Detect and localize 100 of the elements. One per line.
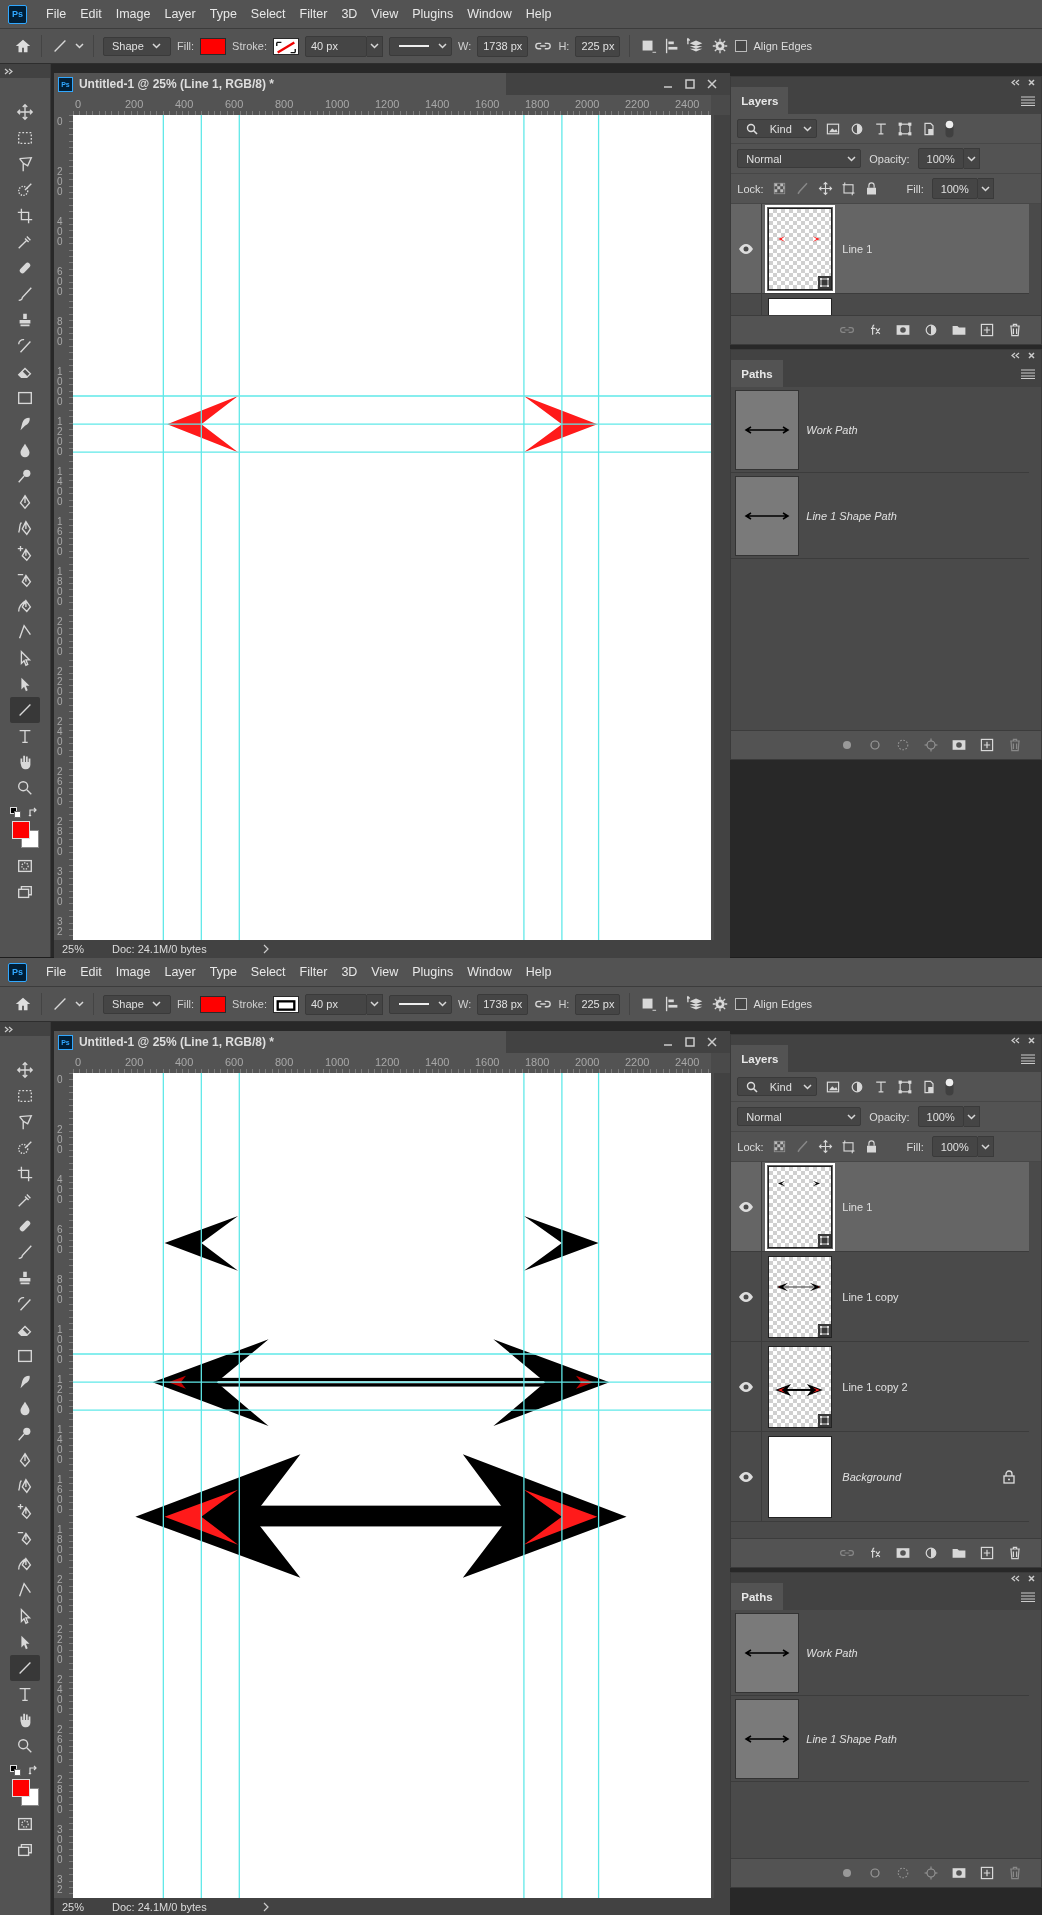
menu-item[interactable]: Edit (73, 965, 109, 979)
menu-item[interactable]: Window (460, 965, 519, 979)
close-icon[interactable] (1028, 1574, 1035, 1582)
add-mask-icon[interactable] (951, 737, 967, 753)
gradient-tool-icon[interactable] (15, 389, 34, 407)
fill-field[interactable]: 100% (931, 178, 978, 199)
caret-icon[interactable] (369, 1001, 379, 1007)
add-anchor-icon[interactable] (15, 1503, 34, 1521)
caret-icon[interactable] (369, 43, 379, 49)
delete-anchor-icon[interactable] (15, 1529, 34, 1547)
menu-item[interactable]: Edit (73, 7, 109, 21)
dropdown-button[interactable] (366, 993, 383, 1015)
filter-dropdown[interactable]: Kind (737, 119, 818, 138)
width-field[interactable]: 1738 px (477, 993, 529, 1015)
expand-icon[interactable] (4, 67, 13, 75)
filter-dropdown[interactable]: Kind (737, 1077, 818, 1096)
curvature-pen-icon[interactable] (15, 1555, 34, 1573)
lock-pixels-icon[interactable] (771, 1139, 787, 1154)
gradient-tool-icon[interactable] (15, 1347, 34, 1365)
lock-position-icon[interactable] (817, 181, 833, 196)
scrollbar[interactable] (713, 115, 730, 940)
trash-icon[interactable] (1007, 322, 1023, 338)
menu-item[interactable]: File (39, 7, 74, 21)
collapse-icon[interactable] (1011, 1574, 1020, 1582)
menu-item[interactable]: Type (202, 7, 244, 21)
quick-mask-icon[interactable] (15, 1815, 34, 1833)
quick-selection-icon[interactable] (15, 181, 34, 199)
blend-mode-dropdown[interactable]: Normal (737, 149, 862, 168)
caret-icon[interactable] (151, 43, 161, 49)
menu-item[interactable]: Select (243, 965, 293, 979)
new-layer-icon[interactable] (979, 1545, 995, 1561)
lock-artboard-icon[interactable] (840, 1139, 856, 1154)
delete-anchor-icon[interactable] (15, 571, 34, 589)
opacity-field[interactable]: 100% (917, 148, 964, 169)
caret-icon[interactable] (847, 1113, 857, 1120)
adjustment-layer-icon[interactable] (923, 322, 939, 338)
preset-caret-icon[interactable] (75, 1001, 84, 1007)
caret-icon[interactable] (980, 185, 990, 192)
height-field[interactable]: 225 px (575, 993, 621, 1015)
caret-icon[interactable] (803, 125, 813, 132)
lock-pixels-icon[interactable] (771, 181, 787, 196)
layer-mask-icon[interactable] (895, 322, 911, 338)
move-tool-icon[interactable] (15, 103, 34, 121)
stroke-width-field[interactable]: 40 px (304, 35, 367, 57)
lock-position-icon[interactable] (817, 1139, 833, 1154)
trash-icon[interactable] (1007, 1545, 1023, 1561)
quick-mask-icon[interactable] (15, 857, 34, 875)
stroke-swatch[interactable] (272, 995, 299, 1013)
canvas[interactable] (72, 1073, 711, 1898)
menu-icon[interactable] (1021, 1053, 1035, 1064)
collapse-icon[interactable] (1011, 1036, 1020, 1044)
menu-item[interactable]: Layer (157, 7, 203, 21)
path-row[interactable]: Work Path (731, 1610, 1029, 1696)
menu-item[interactable]: Type (202, 965, 244, 979)
menu-item[interactable]: Help (518, 7, 559, 21)
layer-row[interactable]: Line 1 copy (731, 1252, 1029, 1342)
shape-mode-dropdown[interactable]: Shape (103, 994, 171, 1014)
screen-mode-icon[interactable] (15, 883, 34, 901)
fill-field[interactable]: 100% (931, 1136, 978, 1157)
expand-icon[interactable] (4, 1025, 13, 1033)
new-layer-icon[interactable] (979, 322, 995, 338)
shape-mode-dropdown[interactable]: Shape (103, 36, 171, 56)
path-row[interactable]: Line 1 Shape Path (731, 1696, 1029, 1782)
menu-item[interactable]: Image (108, 965, 158, 979)
menu-item[interactable]: 3D (334, 7, 365, 21)
zoom-field[interactable]: 25% (61, 943, 102, 955)
default-colors-icon[interactable] (9, 1765, 21, 1776)
tool-button[interactable] (9, 697, 40, 723)
screen-mode-icon[interactable] (15, 1841, 34, 1859)
close-icon[interactable] (705, 1036, 718, 1048)
fill-swatch[interactable] (200, 37, 227, 55)
path-row[interactable]: Work Path (731, 387, 1029, 473)
menu-item[interactable]: 3D (334, 965, 365, 979)
quick-selection-icon[interactable] (15, 1139, 34, 1157)
swap-colors-icon[interactable] (27, 1765, 39, 1776)
align-edges-checkbox[interactable] (735, 40, 748, 52)
panel-tab[interactable]: Layers (731, 87, 789, 114)
filter-toggle[interactable] (945, 1077, 955, 1096)
zoom-field[interactable]: 25% (61, 1901, 102, 1913)
menu-item[interactable]: Window (460, 7, 519, 21)
fill-swatch[interactable] (200, 995, 227, 1013)
panel-tab[interactable]: Layers (731, 1045, 789, 1072)
chevron-icon[interactable] (261, 944, 270, 954)
visibility-icon[interactable] (738, 1200, 755, 1213)
search-icon[interactable] (746, 1080, 759, 1093)
shape-filter-icon[interactable] (897, 1078, 914, 1095)
color-swatches[interactable] (11, 821, 40, 849)
height-field[interactable]: 225 px (575, 35, 621, 57)
curvature-pen-icon[interactable] (15, 597, 34, 615)
marquee-tool-icon[interactable] (15, 1087, 34, 1105)
caret-icon[interactable] (966, 155, 976, 162)
dropdown-button[interactable] (366, 35, 383, 57)
scrollbar[interactable] (713, 1073, 730, 1898)
freeform-pen-icon[interactable] (15, 1477, 34, 1495)
line-style-dropdown[interactable] (388, 36, 452, 56)
align-edges-checkbox[interactable] (735, 998, 748, 1010)
line-style-dropdown[interactable] (388, 994, 452, 1014)
layer-row[interactable]: Background (731, 1432, 1029, 1522)
stroke-swatch[interactable] (272, 37, 299, 55)
line-style-icon[interactable] (397, 43, 430, 49)
